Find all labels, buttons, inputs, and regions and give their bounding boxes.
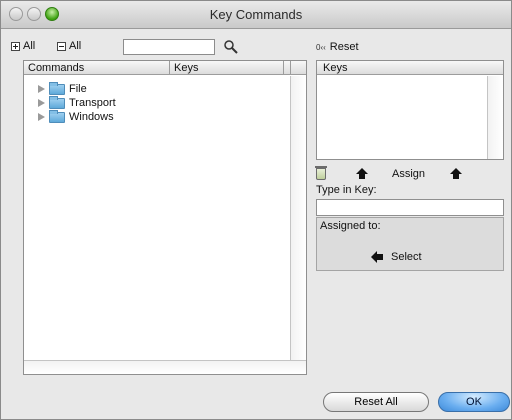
column-divider: [169, 61, 170, 75]
trash-icon[interactable]: [315, 166, 327, 180]
assigned-to-box: Assigned to: Select: [316, 217, 504, 271]
tree-item-transport[interactable]: Transport: [38, 95, 116, 110]
tree-item-label: Windows: [69, 111, 114, 123]
reset-label: Reset: [329, 41, 359, 53]
assigned-to-label: Assigned to:: [320, 220, 381, 232]
commands-table-header: Commands Keys: [24, 61, 306, 75]
up-arrow-icon[interactable]: [356, 168, 368, 180]
title-bar[interactable]: Key Commands: [1, 1, 511, 29]
disclosure-triangle-icon[interactable]: [38, 85, 45, 93]
assign-button[interactable]: Assign: [392, 168, 425, 180]
keys-list[interactable]: Keys: [316, 60, 504, 160]
disclosure-triangle-icon[interactable]: [38, 99, 45, 107]
column-header-commands[interactable]: Commands: [28, 62, 84, 74]
column-divider: [290, 61, 291, 75]
type-in-key-field[interactable]: [316, 199, 504, 216]
assign-row: Assign: [315, 166, 504, 183]
window-title: Key Commands: [209, 7, 303, 22]
expand-all-button[interactable]: All: [11, 40, 35, 52]
type-in-key-label: Type in Key:: [316, 184, 377, 196]
folder-icon: [49, 81, 65, 95]
tree-item-label: File: [69, 83, 87, 95]
command-search-input[interactable]: [123, 39, 215, 55]
tree-item-windows[interactable]: Windows: [38, 109, 114, 124]
folder-icon: [49, 95, 65, 109]
column-divider: [283, 61, 284, 75]
keys-header-label: Keys: [323, 62, 348, 74]
column-header-keys[interactable]: Keys: [174, 62, 198, 74]
reset-button[interactable]: 0‹‹ Reset: [316, 41, 359, 53]
folder-icon: [49, 109, 65, 123]
commands-vertical-scrollbar[interactable]: [290, 76, 306, 360]
disclosure-triangle-icon[interactable]: [38, 113, 45, 121]
select-button[interactable]: Select: [371, 251, 422, 263]
keys-list-header: Keys: [317, 61, 503, 75]
key-commands-window: Key Commands All All Commands Keys File: [0, 0, 512, 420]
command-toolbar: All All: [11, 39, 307, 55]
magnifier-icon[interactable]: [223, 39, 239, 55]
reset-all-button[interactable]: Reset All: [323, 392, 429, 412]
collapse-all-label: All: [69, 40, 82, 52]
ok-button[interactable]: OK: [438, 392, 510, 412]
commands-table: Commands Keys File Transport Windows: [23, 60, 307, 375]
commands-horizontal-scrollbar[interactable]: [24, 360, 306, 374]
tree-item-label: Transport: [69, 97, 116, 109]
reset-icon: 0‹‹: [316, 42, 326, 52]
keys-vertical-scrollbar[interactable]: [487, 76, 503, 159]
collapse-icon: [57, 41, 66, 51]
select-label: Select: [391, 251, 422, 263]
collapse-all-button[interactable]: All: [57, 40, 81, 52]
tree-item-file[interactable]: File: [38, 81, 87, 96]
up-arrow-icon[interactable]: [450, 168, 462, 180]
expand-icon: [11, 41, 20, 51]
left-arrow-icon: [371, 251, 383, 263]
expand-all-label: All: [23, 40, 36, 52]
